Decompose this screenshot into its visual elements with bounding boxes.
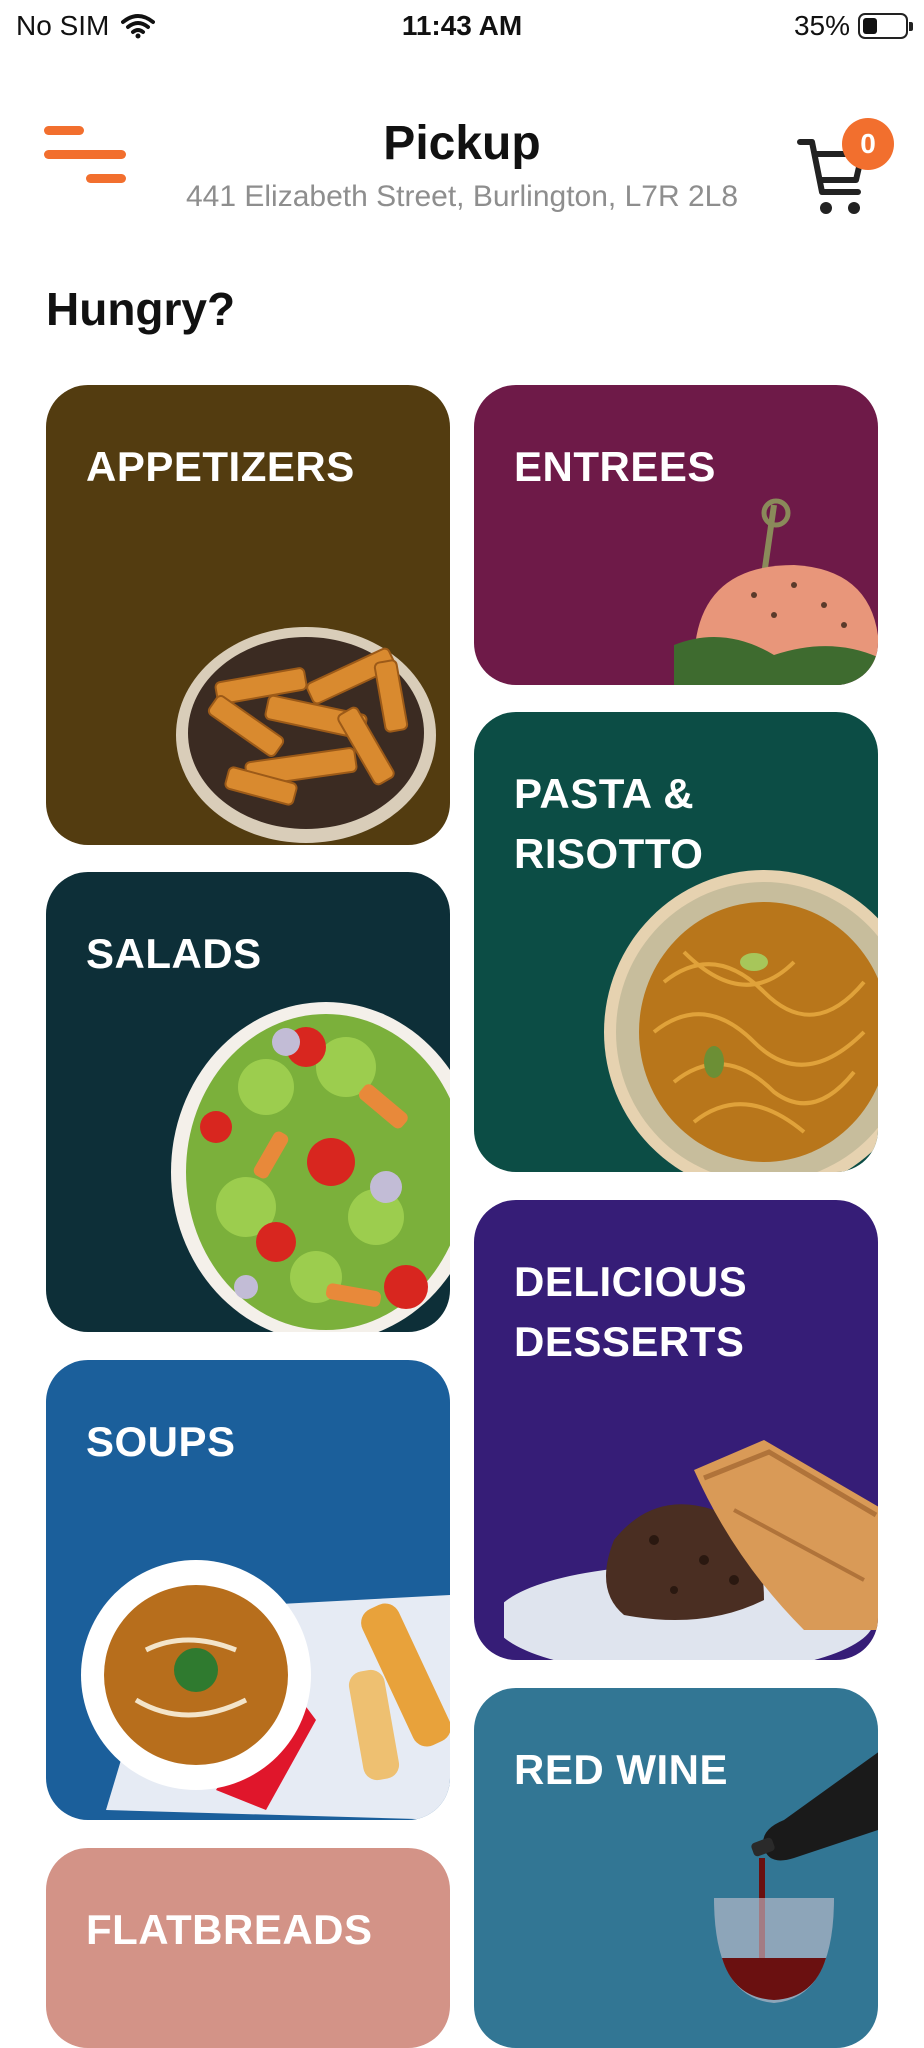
status-right: 35% bbox=[793, 10, 913, 42]
category-card-entrees[interactable]: ENTREES bbox=[474, 385, 878, 685]
category-card-appetizers[interactable]: APPETIZERS bbox=[46, 385, 450, 845]
fries-bowl-icon bbox=[176, 627, 436, 843]
salad-bowl-icon bbox=[171, 1002, 450, 1332]
category-card-red-wine[interactable]: RED WINE bbox=[474, 1688, 878, 2048]
pickup-address: 441 Elizabeth Street, Burlington, L7R 2L… bbox=[185, 180, 739, 213]
battery-percent: 35% bbox=[793, 10, 850, 41]
soup-bowl-icon bbox=[81, 1560, 450, 1820]
category-card-pasta-risotto[interactable]: PASTA & RISOTTO bbox=[474, 712, 878, 1172]
battery-icon bbox=[858, 13, 913, 39]
cart-button[interactable]: 0 bbox=[796, 118, 896, 228]
burger-icon bbox=[674, 498, 878, 685]
battery-level bbox=[863, 18, 877, 34]
category-label: APPETIZERS bbox=[86, 443, 355, 490]
category-label: FLATBREADS bbox=[86, 1906, 373, 1953]
page-title: Pickup bbox=[383, 117, 541, 170]
wine-pour-icon bbox=[714, 1752, 878, 2003]
category-label: SALADS bbox=[86, 930, 262, 977]
status-time: 11:43 AM bbox=[401, 10, 523, 41]
baklava-plate-icon bbox=[504, 1440, 878, 1660]
category-label: DELICIOUS DESSERTS bbox=[514, 1258, 748, 1365]
category-card-desserts[interactable]: DELICIOUS DESSERTS bbox=[474, 1200, 878, 1660]
status-bar: No SIM 11:43 AM 35% bbox=[0, 0, 924, 58]
category-card-soups[interactable]: SOUPS bbox=[46, 1360, 450, 1820]
category-card-salads[interactable]: SALADS bbox=[46, 872, 450, 1332]
greeting-heading: Hungry? bbox=[46, 283, 236, 335]
category-label: ENTREES bbox=[514, 443, 716, 490]
category-label: SOUPS bbox=[86, 1418, 236, 1465]
menu-button[interactable] bbox=[44, 124, 128, 188]
category-card-flatbreads[interactable]: FLATBREADS bbox=[46, 1848, 450, 2048]
cart-count-badge: 0 bbox=[842, 118, 894, 170]
header: Pickup 441 Elizabeth Street, Burlington,… bbox=[0, 100, 924, 230]
pickup-location[interactable]: Pickup 441 Elizabeth Street, Burlington,… bbox=[160, 114, 764, 216]
noodle-plate-icon bbox=[604, 870, 878, 1172]
